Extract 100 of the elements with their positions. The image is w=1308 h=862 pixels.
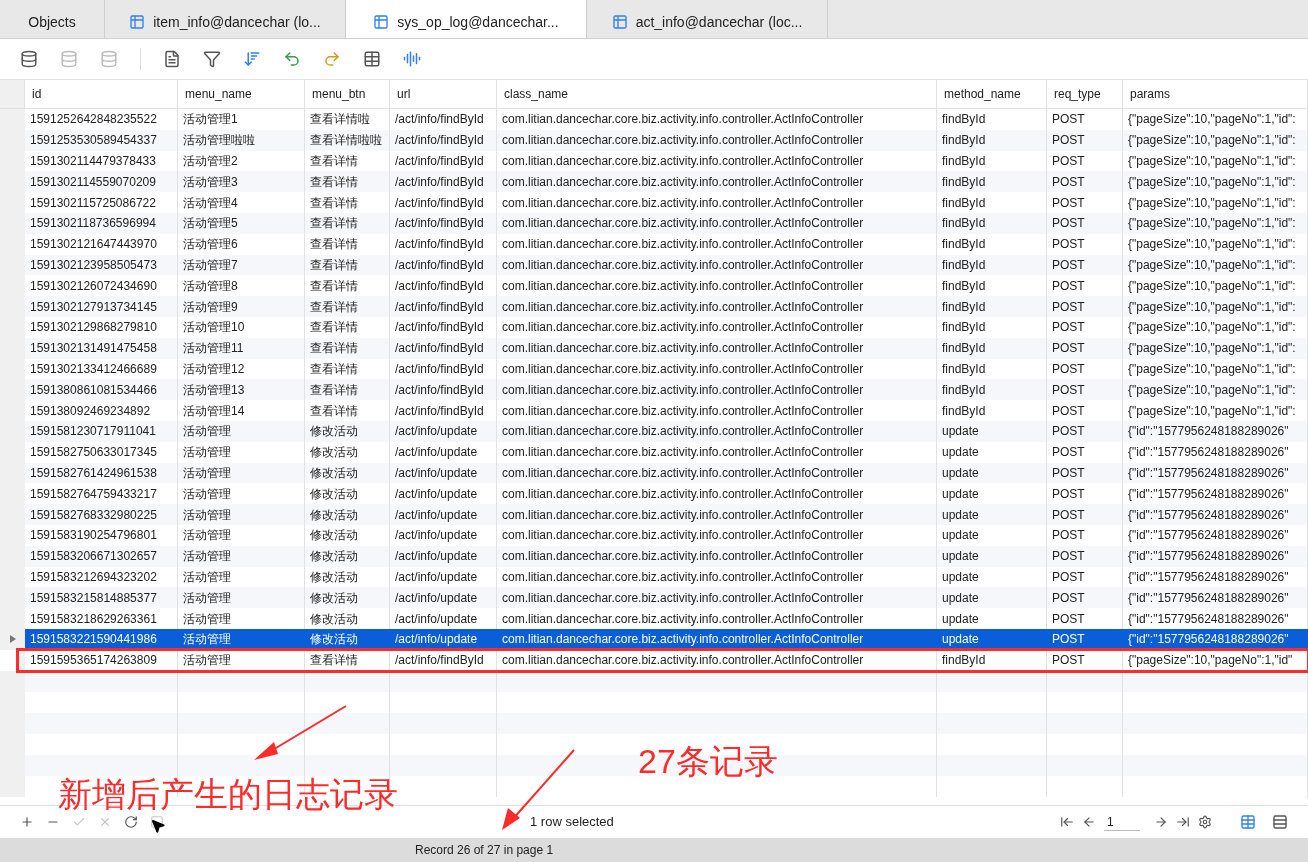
table-cell: 查看详情 [305, 337, 390, 359]
table-cell: {"id":"1577956248188289026" [1123, 504, 1308, 525]
table-cell: com.litian.dancechar.core.biz.activity.info.controller.ActInfoController [497, 296, 937, 317]
table-cell: 查看详情 [305, 213, 390, 234]
table-cell: findById [937, 192, 1047, 213]
table-cell: 活动管理6 [178, 233, 305, 255]
column-header[interactable]: class_name [497, 80, 937, 108]
table-cell: POST [1047, 213, 1123, 234]
table-cell: 1591302121647443970 [25, 233, 178, 255]
table-cell: 活动管理 [178, 504, 305, 525]
tab[interactable]: sys_op_log@dancechar... [346, 0, 587, 38]
table-cell: POST [1047, 192, 1123, 213]
table-cell: /act/info/findById [390, 337, 497, 359]
first-page-icon[interactable] [1060, 815, 1074, 829]
table-cell: com.litian.dancechar.core.biz.activity.info.controller.ActInfoController [497, 109, 937, 130]
table-cell: 1591583190254796801 [25, 524, 178, 546]
table-cell: 1591253530589454337 [25, 129, 178, 151]
table-cell: {"pageSize":10,"pageNo":1,"id": [1123, 192, 1308, 213]
table-icon[interactable] [363, 50, 381, 68]
column-header[interactable]: req_type [1047, 80, 1123, 108]
table-cell: 修改活动 [305, 420, 390, 442]
table-cell: POST [1047, 441, 1123, 463]
table-cell: {"id":"1577956248188289026" [1123, 524, 1308, 546]
table-cell: findById [937, 129, 1047, 151]
table-cell: {"pageSize":10,"pageNo":1,"id": [1123, 213, 1308, 234]
table-cell: {"pageSize":10,"pageNo":1,"id": [1123, 296, 1308, 317]
last-page-icon[interactable] [1176, 815, 1190, 829]
table-cell: com.litian.dancechar.core.biz.activity.info.controller.ActInfoController [497, 316, 937, 338]
column-header[interactable]: url [390, 80, 497, 108]
undo-icon[interactable] [283, 50, 301, 68]
table-cell: 1591583206671302657 [25, 545, 178, 567]
table-icon [373, 14, 390, 30]
table-cell: 活动管理啦啦 [178, 129, 305, 151]
add-icon[interactable] [20, 815, 34, 829]
table-cell: 活动管理 [178, 524, 305, 546]
table-cell: update [937, 545, 1047, 567]
table-cell: 1591583218629263361 [25, 608, 178, 629]
table-cell: 修改活动 [305, 504, 390, 525]
table-cell: /act/info/update [390, 524, 497, 546]
table-cell: /act/info/update [390, 441, 497, 463]
column-header[interactable]: id [25, 80, 178, 108]
table-cell: 1591581230717911041 [25, 420, 178, 442]
grid-view-icon[interactable] [1240, 814, 1256, 830]
column-header[interactable]: method_name [937, 80, 1047, 108]
table-cell: findById [937, 296, 1047, 317]
refresh-icon[interactable] [124, 815, 138, 829]
table-cell: com.litian.dancechar.core.biz.activity.info.controller.ActInfoController [497, 608, 937, 629]
table-cell: /act/info/findById [390, 296, 497, 317]
row-pointer-icon [9, 635, 16, 644]
previous-page-icon[interactable] [1082, 815, 1096, 829]
settings-icon[interactable] [1198, 815, 1212, 829]
sort-icon[interactable] [243, 50, 261, 68]
table-cell: 活动管理5 [178, 213, 305, 234]
table-cell: {"id":"1577956248188289026" [1123, 608, 1308, 629]
table-cell: /act/info/findById [390, 316, 497, 338]
form-view-icon[interactable] [1272, 814, 1288, 830]
table-cell: 活动管理 [178, 608, 305, 629]
column-header[interactable]: menu_btn [305, 80, 390, 108]
table-cell: update [937, 524, 1047, 546]
table-cell: 查看详情啦啦 [305, 129, 390, 151]
table-cell: POST [1047, 337, 1123, 359]
table-cell: /act/info/findById [390, 129, 497, 151]
redo-icon[interactable] [323, 50, 341, 68]
table-cell: /act/info/findById [390, 400, 497, 421]
table-cell: {"id":"1577956248188289026" [1123, 545, 1308, 567]
table-cell: 查看详情 [305, 192, 390, 213]
filter-icon[interactable] [203, 50, 221, 68]
annotation-text: 新增后产生的日志记录 [58, 774, 398, 814]
table-cell: com.litian.dancechar.core.biz.activity.info.controller.ActInfoController [497, 441, 937, 463]
selection-status: 1 row selected [530, 813, 614, 832]
page-field[interactable]: 1 [1104, 813, 1140, 831]
database-icon[interactable] [20, 50, 38, 68]
annotation-text: 27条记录 [638, 741, 778, 781]
table-cell: 修改活动 [305, 545, 390, 567]
table-cell: update [937, 608, 1047, 629]
table-cell: 活动管理9 [178, 296, 305, 317]
table-cell: 修改活动 [305, 608, 390, 629]
table-cell: com.litian.dancechar.core.biz.activity.info.controller.ActInfoController [497, 504, 937, 525]
table-cell: POST [1047, 608, 1123, 629]
row-header[interactable] [18, 649, 25, 671]
table-cell: 活动管理 [178, 649, 305, 671]
table-cell: {"pageSize":10,"pageNo":1,"id": [1123, 337, 1308, 359]
table-cell: findById [937, 337, 1047, 359]
table-cell: /act/info/findById [390, 213, 497, 234]
column-header[interactable]: params [1123, 80, 1308, 108]
table-cell: /act/info/findById [390, 233, 497, 255]
chart-icon[interactable] [403, 50, 421, 68]
table-cell: /act/info/update [390, 608, 497, 629]
table-cell: POST [1047, 109, 1123, 130]
table-cell: findById [937, 316, 1047, 338]
table-cell: 1591302129868279810 [25, 316, 178, 338]
column-header[interactable]: menu_name [178, 80, 305, 108]
table-cell: 1591302115725086722 [25, 192, 178, 213]
table-cell: 活动管理4 [178, 192, 305, 213]
table-cell: 查看详情 [305, 400, 390, 421]
document-icon[interactable] [163, 50, 181, 68]
table-cell: POST [1047, 296, 1123, 317]
table-cell: /act/info/update [390, 545, 497, 567]
next-page-icon[interactable] [1154, 815, 1168, 829]
table-cell: POST [1047, 649, 1123, 671]
